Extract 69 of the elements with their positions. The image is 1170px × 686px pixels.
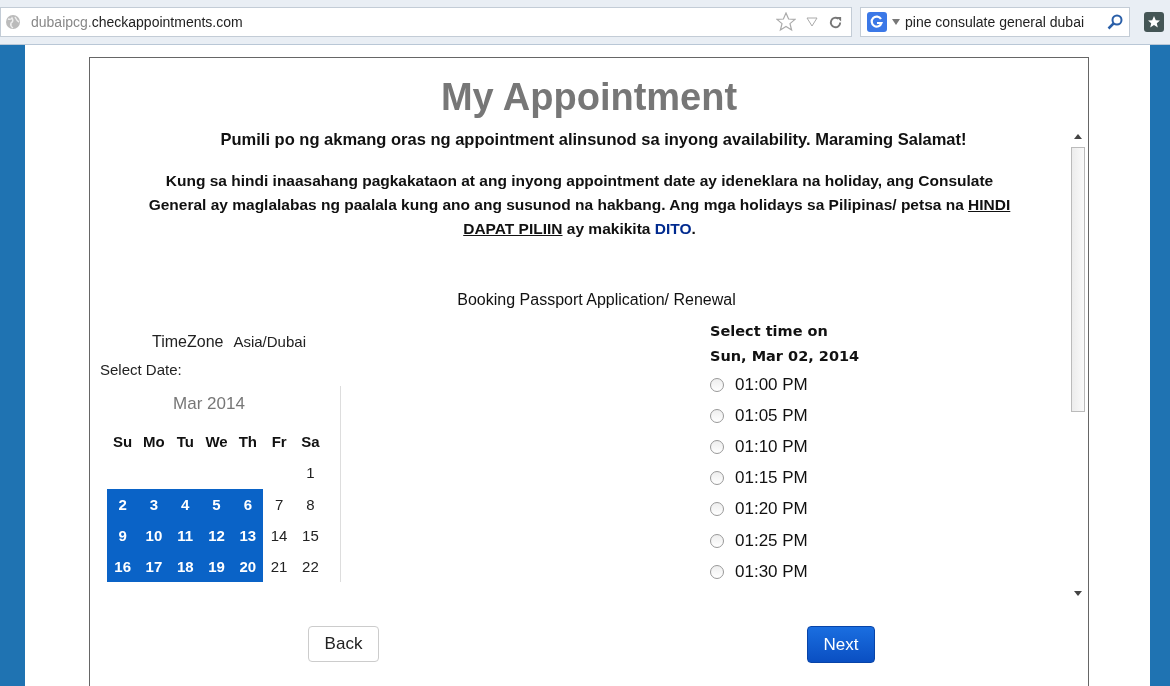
address-bar[interactable]: dubaipcg.checkappointments.com [0, 7, 852, 37]
weekday-header: Fr [270, 432, 288, 453]
url-text: dubaipcg.checkappointments.com [31, 14, 244, 30]
search-icon[interactable] [1107, 14, 1123, 30]
time-radio[interactable] [710, 564, 724, 579]
calendar-day[interactable]: 3 [138, 488, 170, 520]
scroll-thumb[interactable] [1071, 147, 1085, 412]
calendar-day[interactable]: 13 [232, 519, 264, 552]
time-radio[interactable] [710, 471, 724, 486]
time-option[interactable]: 01:30 PM [735, 561, 808, 582]
selected-date: Sun, Mar 02, 2014 [710, 347, 860, 366]
dito-link[interactable]: DITO [654, 220, 692, 237]
caret-icon[interactable] [892, 19, 900, 25]
scroll-down-icon[interactable] [1074, 591, 1082, 596]
calendar-day: 1 [294, 457, 327, 489]
time-radio[interactable] [710, 408, 724, 423]
select-date-label: Select Date: [100, 361, 183, 378]
calendar-day[interactable]: 6 [232, 488, 264, 520]
globe-icon [5, 14, 21, 30]
holiday-notice: Kung sa hindi inaasahang pagkakataon at ang inyong appointment date ay ideneklara na holiday, ang Consulate General ay maglalabas ng paalala kung ano ang susunod na hakbang. Ang mga holidays sa Pilipinas/ petsa na HINDI DAPAT PILIIN ay makikita DITO. [147, 171, 1012, 239]
weekday-header: Sa [300, 432, 321, 453]
back-button[interactable]: Back [308, 626, 379, 662]
calendar-day[interactable]: 18 [169, 551, 201, 583]
calendar-day[interactable]: 10 [138, 519, 170, 552]
time-option[interactable]: 01:05 PM [735, 405, 808, 426]
time-radio[interactable] [710, 377, 724, 392]
timezone-label: TimeZone [152, 333, 224, 351]
time-option[interactable]: 01:25 PM [735, 530, 808, 551]
calendar-day[interactable]: 20 [232, 551, 264, 583]
calendar-day[interactable]: 16 [107, 551, 139, 583]
search-text: pine consulate general dubai [905, 14, 1086, 30]
calendar-day: 7 [263, 488, 295, 520]
calendar-day[interactable]: 2 [107, 488, 139, 520]
g-icon [867, 12, 887, 32]
calendar-day: 14 [263, 519, 295, 552]
search-field[interactable]: pine consulate general dubai [860, 7, 1130, 37]
time-option[interactable]: 01:20 PM [735, 499, 808, 520]
calendar-day[interactable]: 9 [107, 519, 139, 552]
time-heading: Select time on [710, 322, 829, 341]
page-title: My Appointment [439, 76, 739, 118]
timezone-value: Asia/Dubai [233, 333, 306, 350]
calendar-day: 22 [294, 551, 327, 583]
booking-type: Booking Passport Application/ Renewal [456, 291, 737, 309]
calendar-month: Mar 2014 [172, 394, 246, 414]
time-option[interactable]: 01:00 PM [735, 374, 808, 395]
bookmarks-icon[interactable] [1144, 12, 1164, 32]
time-radio[interactable] [710, 502, 724, 517]
calendar-day: 21 [263, 551, 295, 583]
calendar-day: 15 [294, 519, 327, 552]
star-icon[interactable] [776, 12, 796, 32]
instruction-text: Pumili po ng akmang oras ng appointment alinsunod sa inyong availability. Maraming Salamat! [219, 130, 968, 149]
weekday-header: Th [237, 432, 258, 453]
calendar-day[interactable]: 5 [200, 488, 233, 520]
time-option[interactable]: 01:10 PM [735, 436, 808, 457]
weekday-header: We [204, 432, 229, 453]
weekday-header: Su [112, 432, 134, 453]
scroll-up-icon[interactable] [1074, 134, 1082, 139]
time-radio[interactable] [710, 533, 724, 548]
calendar-day[interactable]: 19 [200, 551, 233, 583]
calendar-day: 8 [294, 488, 327, 520]
reload-icon[interactable] [828, 14, 843, 30]
weekday-header: Tu [175, 432, 195, 453]
next-button[interactable]: Next [807, 626, 875, 663]
dropdown-icon[interactable] [806, 17, 818, 27]
calendar-day[interactable]: 17 [138, 551, 170, 583]
weekday-header: Mo [142, 432, 166, 453]
calendar-day[interactable]: 4 [169, 488, 201, 520]
time-option[interactable]: 01:15 PM [735, 468, 808, 489]
time-radio[interactable] [710, 439, 724, 454]
